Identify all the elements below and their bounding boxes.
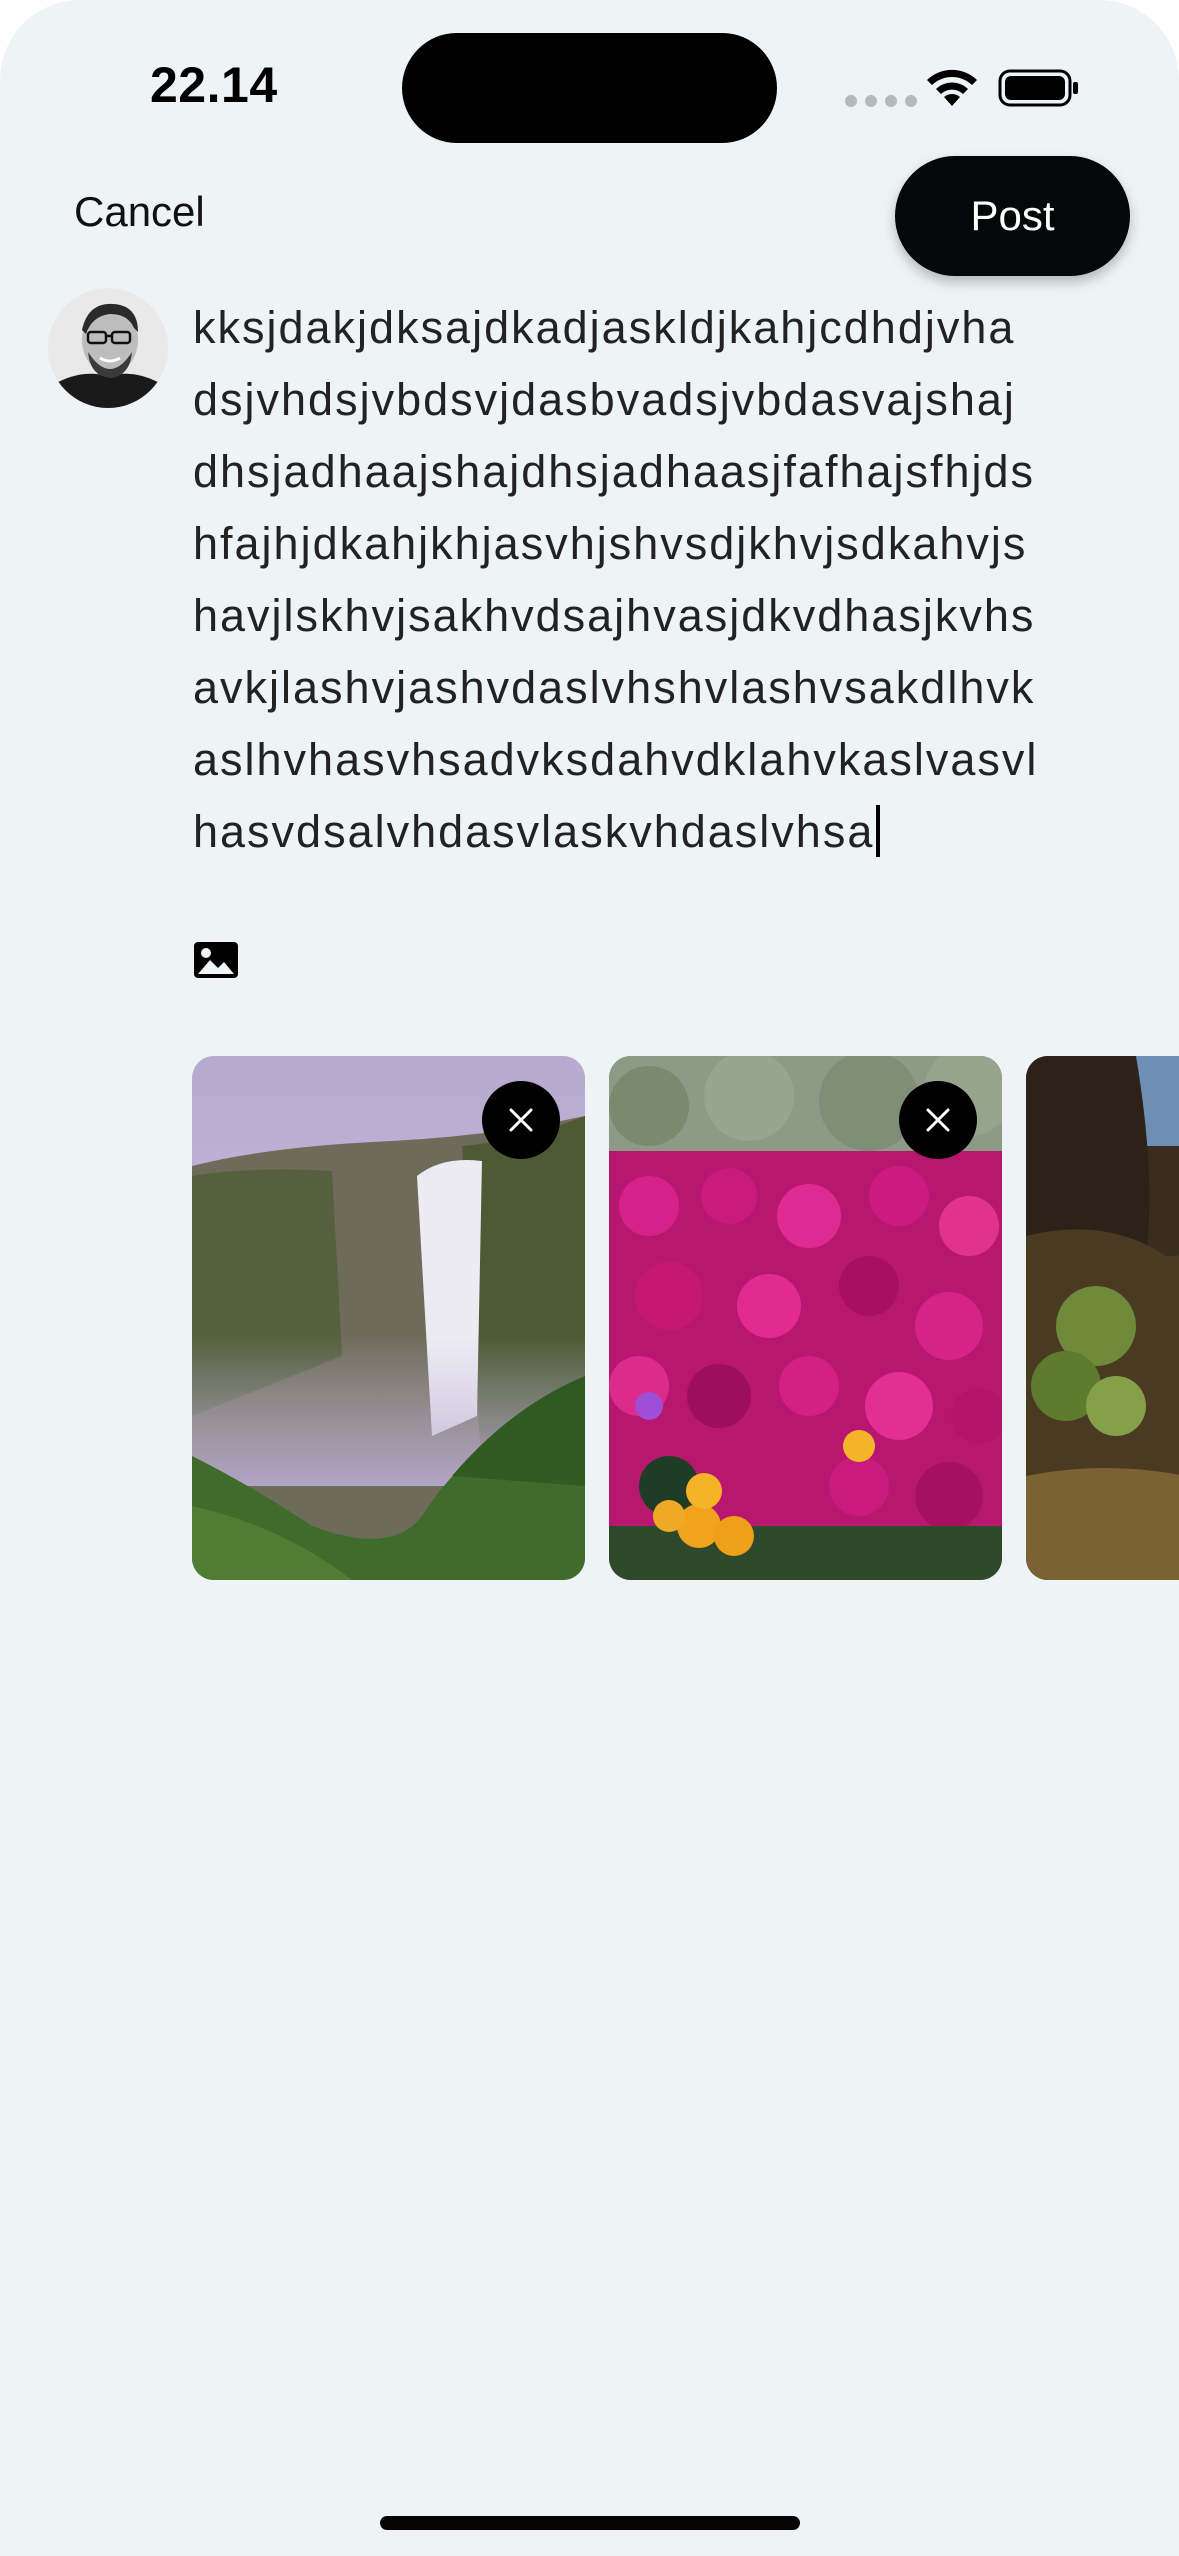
post-text-input[interactable]: kksjdakjdksajdkadjaskldjkahjcdhdjvha dsj… xyxy=(193,292,1153,868)
text-cursor xyxy=(876,805,881,857)
remove-attachment-button[interactable] xyxy=(899,1081,977,1159)
post-button[interactable]: Post xyxy=(895,156,1130,276)
status-time: 22.14 xyxy=(150,57,278,113)
rocky-coast-photo xyxy=(1026,1056,1179,1580)
compose-post-screen: 22.14 Cancel Post kksjdakjdksajdkadjaskl… xyxy=(0,0,1179,2556)
attachment-thumbnail[interactable] xyxy=(192,1056,585,1580)
wifi-icon xyxy=(927,69,977,106)
avatar xyxy=(48,288,168,408)
cellular-signal-icon xyxy=(845,95,917,107)
dynamic-island xyxy=(402,33,777,143)
attachment-thumbnail[interactable] xyxy=(609,1056,1002,1580)
post-text-content: kksjdakjdksajdkadjaskldjkahjcdhdjvha dsj… xyxy=(193,302,1039,857)
cancel-button[interactable]: Cancel xyxy=(74,188,205,236)
attachments-carousel[interactable] xyxy=(192,1056,1179,1580)
image-icon[interactable] xyxy=(192,940,240,980)
close-icon xyxy=(926,1108,950,1132)
home-indicator[interactable] xyxy=(380,2516,800,2530)
attachment-thumbnail[interactable] xyxy=(1026,1056,1179,1580)
close-icon xyxy=(509,1108,533,1132)
battery-icon xyxy=(998,69,1078,107)
remove-attachment-button[interactable] xyxy=(482,1081,560,1159)
